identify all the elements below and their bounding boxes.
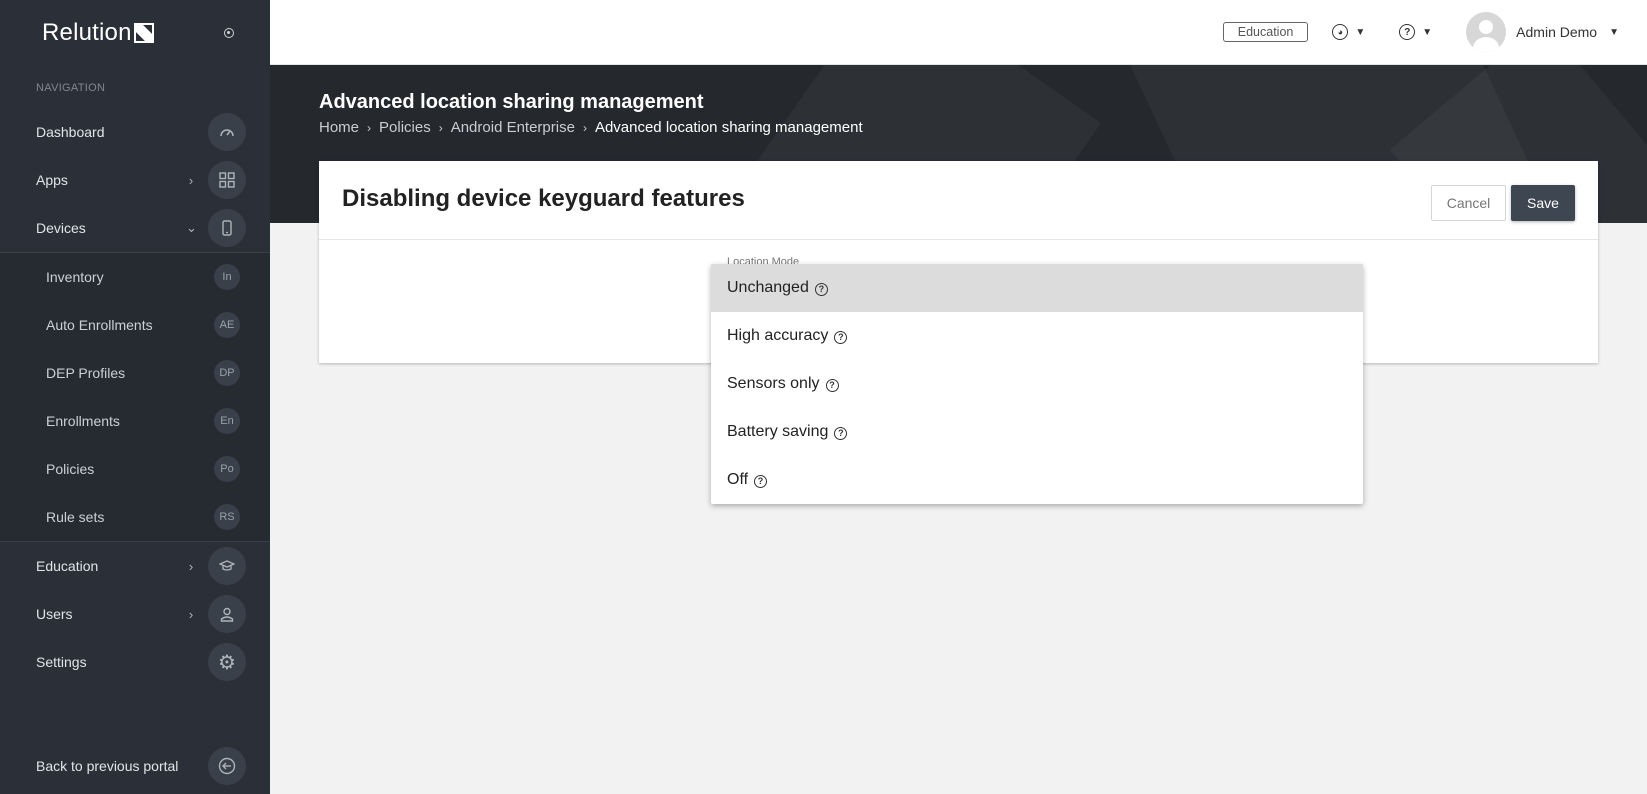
chevron-right-icon: › xyxy=(188,172,194,188)
help-circle-icon[interactable]: ? xyxy=(754,474,768,488)
sidebar: Relution NAVIGATION Dashboard Apps › Dev… xyxy=(0,0,270,794)
breadcrumb: Home › Policies › Android Enterprise › A… xyxy=(319,119,863,136)
sidebar-item-label: Apps xyxy=(36,172,68,188)
help-circle-icon[interactable]: ? xyxy=(834,330,848,344)
sidebar-item-label: Education xyxy=(36,558,99,574)
back-to-previous-portal[interactable]: Back to previous portal xyxy=(0,742,270,790)
sidebar-item-rule-sets[interactable]: Rule sets RS xyxy=(0,493,270,541)
brand-name: Relution xyxy=(42,19,132,46)
sidebar-item-devices[interactable]: Devices ⌄ xyxy=(0,204,270,252)
breadcrumb-android-enterprise[interactable]: Android Enterprise xyxy=(451,119,575,136)
arrow-left-circle-icon xyxy=(208,747,246,785)
chevron-right-icon: › xyxy=(188,558,194,574)
option-label: Off xyxy=(727,471,749,488)
sidebar-item-policies[interactable]: Policies Po xyxy=(0,445,270,493)
location-mode-dropdown[interactable]: Unchanged ? High accuracy ? Sensors only… xyxy=(711,264,1363,504)
option-label: Unchanged xyxy=(727,279,809,296)
sidebar-item-dep-profiles[interactable]: DEP Profiles DP xyxy=(0,349,270,397)
abbr-badge: DP xyxy=(214,360,240,386)
option-unchanged[interactable]: Unchanged ? xyxy=(711,264,1363,312)
graduation-cap-icon xyxy=(208,547,246,585)
breadcrumb-home[interactable]: Home xyxy=(319,119,359,136)
sidebar-item-label: Users xyxy=(36,606,73,622)
abbr-badge: In xyxy=(214,264,240,290)
apps-grid-icon xyxy=(208,161,246,199)
sidebar-item-enrollments[interactable]: Enrollments En xyxy=(0,397,270,445)
page-title: Advanced location sharing management xyxy=(319,91,704,113)
sidebar-item-inventory[interactable]: Inventory In xyxy=(0,253,270,301)
sidebar-item-auto-enrollments[interactable]: Auto Enrollments AE xyxy=(0,301,270,349)
brand-bar: Relution xyxy=(0,0,270,66)
card-header: Disabling device keyguard features Cance… xyxy=(319,161,1598,240)
help-circle-icon: ? xyxy=(1399,24,1416,40)
sidebar-item-settings[interactable]: Settings ⚙ xyxy=(0,638,270,686)
top-bar: Education ◕ ▼ ? ▼ Admin Demo ▼ xyxy=(270,0,1647,65)
dashboard-gauge-icon xyxy=(208,113,246,151)
chevron-right-icon: › xyxy=(438,120,443,135)
education-badge[interactable]: Education xyxy=(1222,22,1309,42)
user-icon xyxy=(208,595,246,633)
language-menu[interactable]: ◕ ▼ xyxy=(1332,24,1365,40)
cancel-button[interactable]: Cancel xyxy=(1431,185,1506,221)
option-label: Battery saving xyxy=(727,423,829,440)
option-high-accuracy[interactable]: High accuracy ? xyxy=(711,312,1363,360)
save-button[interactable]: Save xyxy=(1511,185,1575,221)
chevron-down-icon: ⌄ xyxy=(186,220,197,235)
option-battery-saving[interactable]: Battery saving ? xyxy=(711,408,1363,456)
option-sensors-only[interactable]: Sensors only ? xyxy=(711,360,1363,408)
sidebar-item-label: Dashboard xyxy=(36,124,105,140)
abbr-badge: En xyxy=(214,408,240,434)
chevron-right-icon: › xyxy=(582,120,587,135)
option-label: High accuracy xyxy=(727,327,829,344)
card-title: Disabling device keyguard features xyxy=(342,185,745,212)
sidebar-item-label: Back to previous portal xyxy=(36,758,179,774)
option-off[interactable]: Off ? xyxy=(711,456,1363,504)
help-menu[interactable]: ? ▼ xyxy=(1399,24,1432,40)
help-circle-icon[interactable]: ? xyxy=(814,282,828,296)
sidebar-item-apps[interactable]: Apps › xyxy=(0,156,270,204)
chevron-down-icon: ▼ xyxy=(1355,26,1366,38)
sidebar-item-users[interactable]: Users › xyxy=(0,590,270,638)
sidebar-item-label: Auto Enrollments xyxy=(46,317,153,333)
sidebar-item-label: Enrollments xyxy=(46,413,120,429)
sidebar-toggle-icon[interactable] xyxy=(224,28,234,38)
sidebar-item-label: Inventory xyxy=(46,269,104,285)
help-circle-icon[interactable]: ? xyxy=(825,378,839,392)
chevron-right-icon: › xyxy=(188,606,194,622)
globe-icon: ◕ xyxy=(1332,24,1349,40)
user-name[interactable]: Admin Demo xyxy=(1516,24,1597,40)
sidebar-item-dashboard[interactable]: Dashboard xyxy=(0,108,270,156)
devices-submenu: Inventory In Auto Enrollments AE DEP Pro… xyxy=(0,252,270,542)
relution-mark-icon xyxy=(133,23,154,43)
breadcrumb-current: Advanced location sharing management xyxy=(594,119,863,136)
relution-logo[interactable]: Relution xyxy=(42,19,154,47)
sidebar-item-label: Settings xyxy=(36,654,87,670)
chevron-right-icon: › xyxy=(367,120,372,135)
sidebar-item-label: Rule sets xyxy=(46,509,105,525)
sidebar-item-education[interactable]: Education › xyxy=(0,542,270,590)
sidebar-item-label: Policies xyxy=(46,461,95,477)
device-phone-icon xyxy=(208,209,246,247)
option-label: Sensors only xyxy=(727,375,820,392)
chevron-down-icon[interactable]: ▼ xyxy=(1609,27,1619,38)
abbr-badge: Po xyxy=(214,456,240,482)
avatar[interactable] xyxy=(1466,12,1507,52)
abbr-badge: AE xyxy=(214,312,240,338)
breadcrumb-policies[interactable]: Policies xyxy=(379,119,431,136)
abbr-badge: RS xyxy=(214,504,240,530)
sidebar-footer: Back to previous portal xyxy=(0,742,270,790)
sidebar-item-label: Devices xyxy=(36,220,86,236)
chevron-down-icon: ▼ xyxy=(1422,26,1433,38)
nav-heading: NAVIGATION xyxy=(36,82,106,94)
sidebar-item-label: DEP Profiles xyxy=(46,365,126,381)
help-circle-icon[interactable]: ? xyxy=(834,426,848,440)
gear-icon: ⚙ xyxy=(208,643,246,681)
